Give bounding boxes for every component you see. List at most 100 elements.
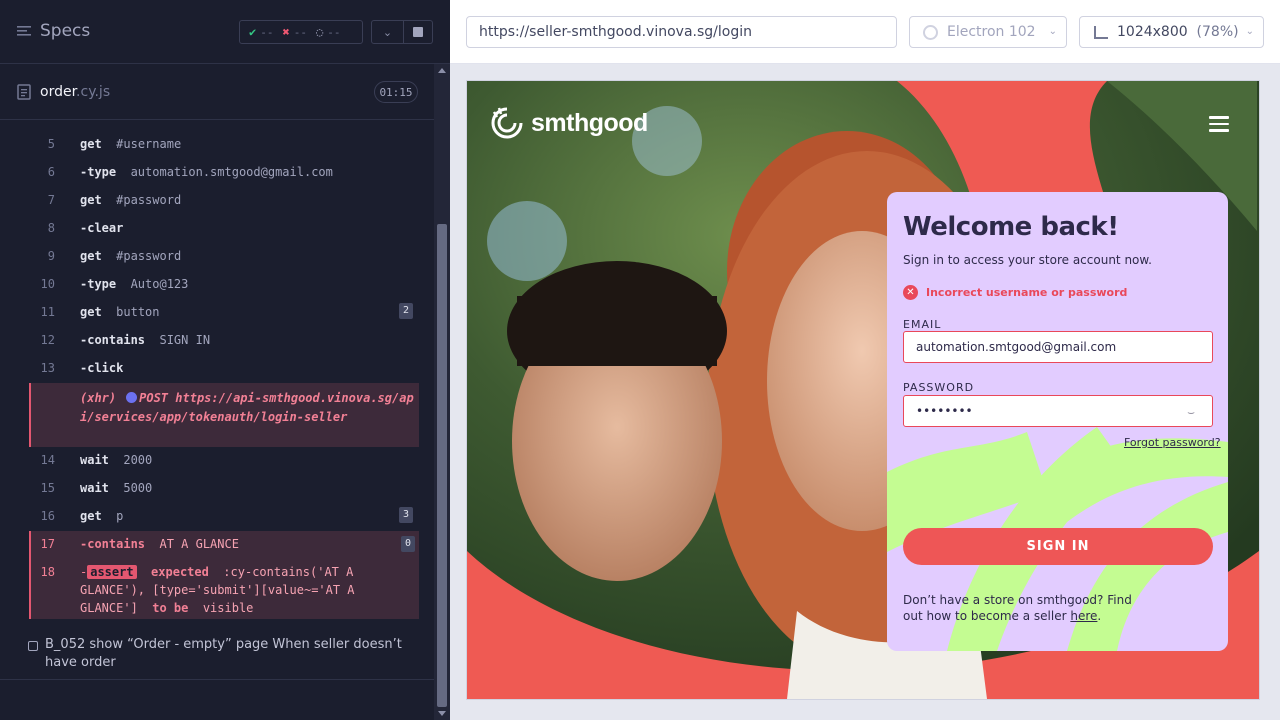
command-arg: p bbox=[116, 509, 124, 523]
command-row[interactable]: 17 -contains AT A GLANCE 0 bbox=[31, 536, 421, 565]
failed-command-block[interactable]: 17 -contains AT A GLANCE 0 18 - assert ex… bbox=[29, 531, 419, 619]
spec-file-header[interactable]: order.cy.js 01:15 bbox=[0, 64, 434, 120]
assert-visible: visible bbox=[202, 601, 254, 615]
command-name: get p bbox=[80, 509, 123, 523]
command-arg: 5000 bbox=[123, 481, 153, 495]
spinner-icon: ◌ bbox=[315, 25, 324, 39]
command-name: -type Auto@123 bbox=[80, 277, 188, 291]
test-title[interactable]: B_052 show “Order - empty” page When sel… bbox=[28, 636, 418, 672]
password-field[interactable]: •••••••• ⌣ bbox=[903, 395, 1213, 427]
sign-in-button[interactable]: SIGN IN bbox=[903, 528, 1213, 565]
command-arg: Auto@123 bbox=[130, 277, 189, 291]
xhr-request-text: (xhr) POST https://api-smthgood.vinova.sg… bbox=[80, 389, 415, 426]
xhr-method: POST bbox=[139, 391, 169, 405]
reporter-panel: Specs ✔ -- ✖ -- ◌ -- ⌄ order.cy.js 01:15… bbox=[0, 0, 450, 720]
logo-text: smthgood bbox=[531, 108, 648, 137]
command-name: get #username bbox=[80, 137, 181, 151]
forgot-password-link[interactable]: Forgot password? bbox=[1124, 436, 1221, 449]
smthgood-logo-icon bbox=[491, 107, 523, 139]
test-stats: ✔ -- ✖ -- ◌ -- bbox=[239, 20, 363, 44]
pending-dot-icon bbox=[126, 392, 138, 403]
command-name: -contains AT A GLANCE bbox=[80, 537, 239, 551]
test-title-text: B_052 show “Order - empty” page When sel… bbox=[45, 637, 402, 670]
spec-file-ext: .cy.js bbox=[76, 84, 111, 100]
command-arg: AT A GLANCE bbox=[159, 537, 239, 551]
check-icon: ✔ bbox=[249, 25, 257, 39]
specs-list-icon[interactable] bbox=[17, 24, 31, 38]
chevron-down-icon: ⌄ bbox=[1048, 26, 1057, 37]
command-method: wait bbox=[80, 481, 109, 495]
xhr-request-row[interactable]: (xhr) POST https://api-smthgood.vinova.sg… bbox=[29, 383, 419, 447]
preview-toolbar: https://seller-smthgood.vinova.sg/login … bbox=[450, 0, 1280, 64]
command-method: get bbox=[80, 193, 102, 207]
scroll-down-arrow-icon[interactable] bbox=[438, 711, 446, 716]
command-number: 5 bbox=[47, 137, 55, 151]
divider bbox=[0, 679, 434, 680]
command-number: 11 bbox=[40, 305, 55, 319]
menu-hamburger-icon[interactable] bbox=[1209, 116, 1229, 132]
url-bar[interactable]: https://seller-smthgood.vinova.sg/login bbox=[466, 16, 897, 48]
command-method: get bbox=[80, 509, 102, 523]
command-number: 6 bbox=[47, 165, 55, 179]
specs-title[interactable]: Specs bbox=[40, 21, 90, 41]
specs-header: Specs ✔ -- ✖ -- ◌ -- ⌄ bbox=[0, 0, 450, 64]
command-number: 15 bbox=[40, 481, 55, 495]
command-name: wait 5000 bbox=[80, 481, 152, 495]
document-icon bbox=[17, 84, 31, 100]
command-number: 14 bbox=[40, 453, 55, 467]
smthgood-logo[interactable]: smthgood bbox=[489, 105, 648, 141]
pending-stat: ◌ -- bbox=[316, 25, 340, 39]
here-link[interactable]: here bbox=[1070, 609, 1097, 623]
command-number: 18 bbox=[40, 565, 55, 579]
ruler-icon bbox=[1094, 26, 1108, 39]
cross-icon: ✖ bbox=[282, 25, 290, 39]
command-method: -type bbox=[80, 277, 117, 291]
chevron-down-icon: ⌄ bbox=[1245, 26, 1254, 37]
command-number: 12 bbox=[40, 333, 55, 347]
failed-stat: ✖ -- bbox=[282, 25, 306, 39]
command-name: get #password bbox=[80, 193, 181, 207]
browser-name: Electron 102 bbox=[947, 24, 1036, 40]
command-method: -clear bbox=[80, 221, 124, 235]
element-count-badge: 0 bbox=[401, 536, 415, 552]
command-number: 16 bbox=[40, 509, 55, 523]
command-number: 10 bbox=[40, 277, 55, 291]
assert-to-be: to be bbox=[152, 601, 189, 615]
command-method: wait bbox=[80, 453, 109, 467]
command-method: get bbox=[80, 137, 102, 151]
command-name: wait 2000 bbox=[80, 453, 152, 467]
eye-closed-icon[interactable]: ⌣ bbox=[1187, 405, 1195, 420]
assert-expected: expected bbox=[151, 565, 209, 579]
command-arg: button bbox=[116, 305, 160, 319]
command-arg: #password bbox=[116, 249, 182, 263]
command-log-scrollbar[interactable] bbox=[434, 64, 450, 720]
become-seller-text: Don’t have a store on smthgood? Find out… bbox=[903, 592, 1143, 624]
scrollbar-thumb[interactable] bbox=[437, 224, 447, 707]
viewport-size: 1024x800 bbox=[1117, 24, 1188, 40]
aut-iframe: smthgood Welcome back! Sign in to access… bbox=[466, 80, 1260, 700]
viewport-selector[interactable]: 1024x800 (78%) ⌄ bbox=[1079, 16, 1264, 48]
command-method: -contains bbox=[80, 537, 146, 551]
login-error-message: ✕ Incorrect username or password bbox=[903, 285, 1127, 300]
scroll-up-arrow-icon[interactable] bbox=[438, 68, 446, 73]
expand-dropdown-button[interactable]: ⌄ bbox=[371, 20, 404, 44]
command-method: get bbox=[80, 249, 102, 263]
app-preview-panel: https://seller-smthgood.vinova.sg/login … bbox=[450, 0, 1280, 720]
electron-icon bbox=[923, 25, 938, 40]
assert-message: - assert expected :cy-contains('AT A GLAN… bbox=[80, 563, 410, 617]
failed-count: -- bbox=[293, 25, 307, 39]
period: . bbox=[1097, 609, 1102, 623]
error-x-icon: ✕ bbox=[903, 285, 918, 300]
viewport-zoom: (78%) bbox=[1196, 24, 1239, 40]
stop-button[interactable] bbox=[404, 20, 433, 44]
passed-stat: ✔ -- bbox=[249, 25, 273, 39]
spec-file-name: order.cy.js bbox=[40, 84, 110, 100]
command-method: -contains bbox=[80, 333, 146, 347]
command-arg: 2000 bbox=[123, 453, 153, 467]
pending-count: -- bbox=[327, 25, 341, 39]
stop-icon bbox=[413, 27, 423, 37]
email-field[interactable]: automation.smtgood@gmail.com bbox=[903, 331, 1213, 363]
xhr-label: (xhr) bbox=[80, 391, 117, 405]
command-method: -click bbox=[80, 361, 124, 375]
browser-selector[interactable]: Electron 102 ⌄ bbox=[909, 16, 1067, 48]
